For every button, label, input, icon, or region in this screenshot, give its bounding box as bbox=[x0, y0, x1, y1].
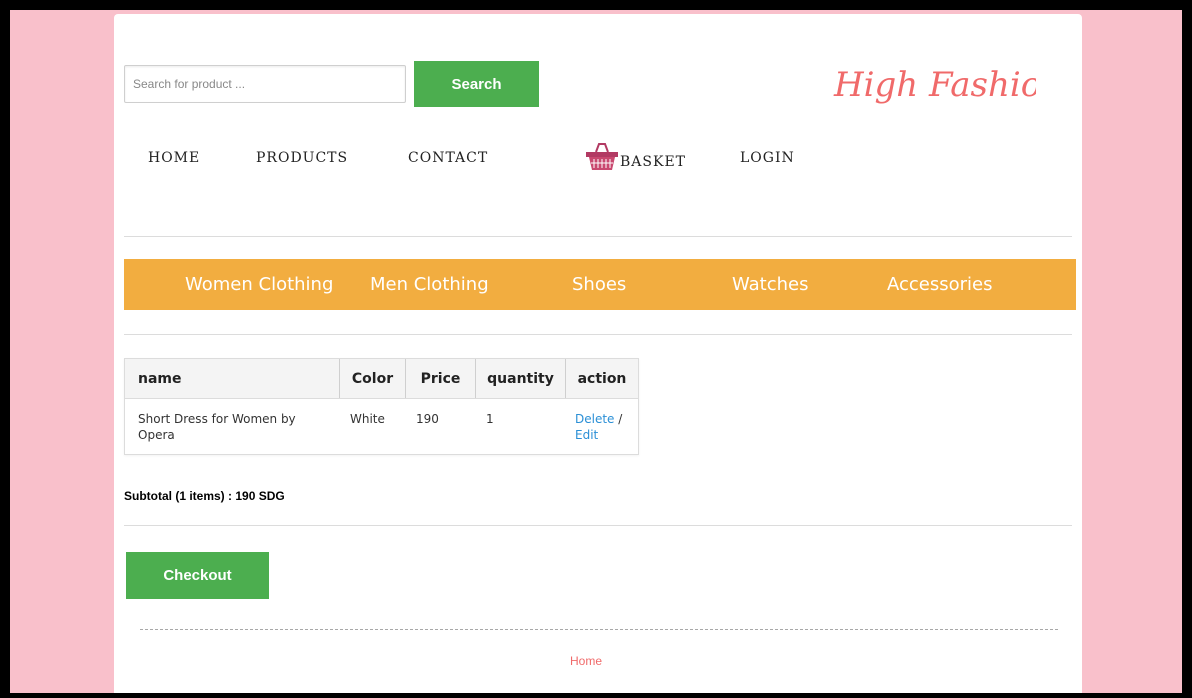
checkout-button[interactable]: Checkout bbox=[126, 552, 269, 599]
column-header-price: Price bbox=[406, 359, 476, 398]
cart-item-price: 190 bbox=[416, 412, 439, 426]
category-women-clothing[interactable]: Women Clothing bbox=[185, 274, 333, 295]
category-bar: Women Clothing Men Clothing Shoes Watche… bbox=[124, 259, 1076, 310]
divider bbox=[124, 334, 1072, 335]
column-header-action: action bbox=[566, 359, 638, 398]
column-header-name: name bbox=[125, 359, 340, 398]
high-fashion-logo[interactable]: High Fashion bbox=[826, 54, 1063, 114]
category-watches[interactable]: Watches bbox=[732, 274, 809, 295]
nav-products[interactable]: PRODUCTS bbox=[256, 150, 348, 166]
category-men-clothing[interactable]: Men Clothing bbox=[370, 274, 489, 295]
footer-divider bbox=[140, 629, 1058, 630]
category-shoes[interactable]: Shoes bbox=[572, 274, 626, 295]
cart-item-quantity: 1 bbox=[486, 412, 494, 426]
logo-text: High Fashion bbox=[833, 65, 1036, 105]
category-accessories[interactable]: Accessories bbox=[887, 274, 993, 295]
search-input[interactable] bbox=[124, 65, 406, 103]
divider bbox=[124, 236, 1072, 237]
page-container: Search High Fashion HOME PRODUCTS CONTAC… bbox=[114, 14, 1082, 693]
cart-item-actions: Delete / Edit bbox=[575, 411, 635, 443]
nav-login[interactable]: LOGIN bbox=[740, 150, 795, 166]
cart-subtotal: Subtotal (1 items) : 190 SDG bbox=[124, 489, 285, 503]
nav-contact[interactable]: CONTACT bbox=[408, 150, 488, 166]
column-header-color: Color bbox=[340, 359, 406, 398]
divider bbox=[124, 525, 1072, 526]
delete-link[interactable]: Delete bbox=[575, 412, 614, 426]
cart-table-header: name Color Price quantity action bbox=[125, 359, 638, 399]
logo-script-graphic: High Fashion bbox=[833, 65, 1063, 105]
cart-item-name: Short Dress for Women by Opera bbox=[138, 412, 296, 442]
nav-basket[interactable]: BASKET bbox=[620, 154, 686, 170]
footer-home-link[interactable]: Home bbox=[570, 654, 602, 668]
cart-item-color: White bbox=[350, 412, 385, 426]
edit-link[interactable]: Edit bbox=[575, 428, 598, 442]
action-separator: / bbox=[614, 412, 623, 426]
browser-viewport: Search High Fashion HOME PRODUCTS CONTAC… bbox=[10, 10, 1182, 693]
basket-icon[interactable] bbox=[584, 140, 620, 172]
nav-home[interactable]: HOME bbox=[148, 150, 200, 166]
column-header-quantity: quantity bbox=[476, 359, 566, 398]
cart-table: name Color Price quantity action Short D… bbox=[124, 358, 639, 455]
search-button[interactable]: Search bbox=[414, 61, 539, 107]
